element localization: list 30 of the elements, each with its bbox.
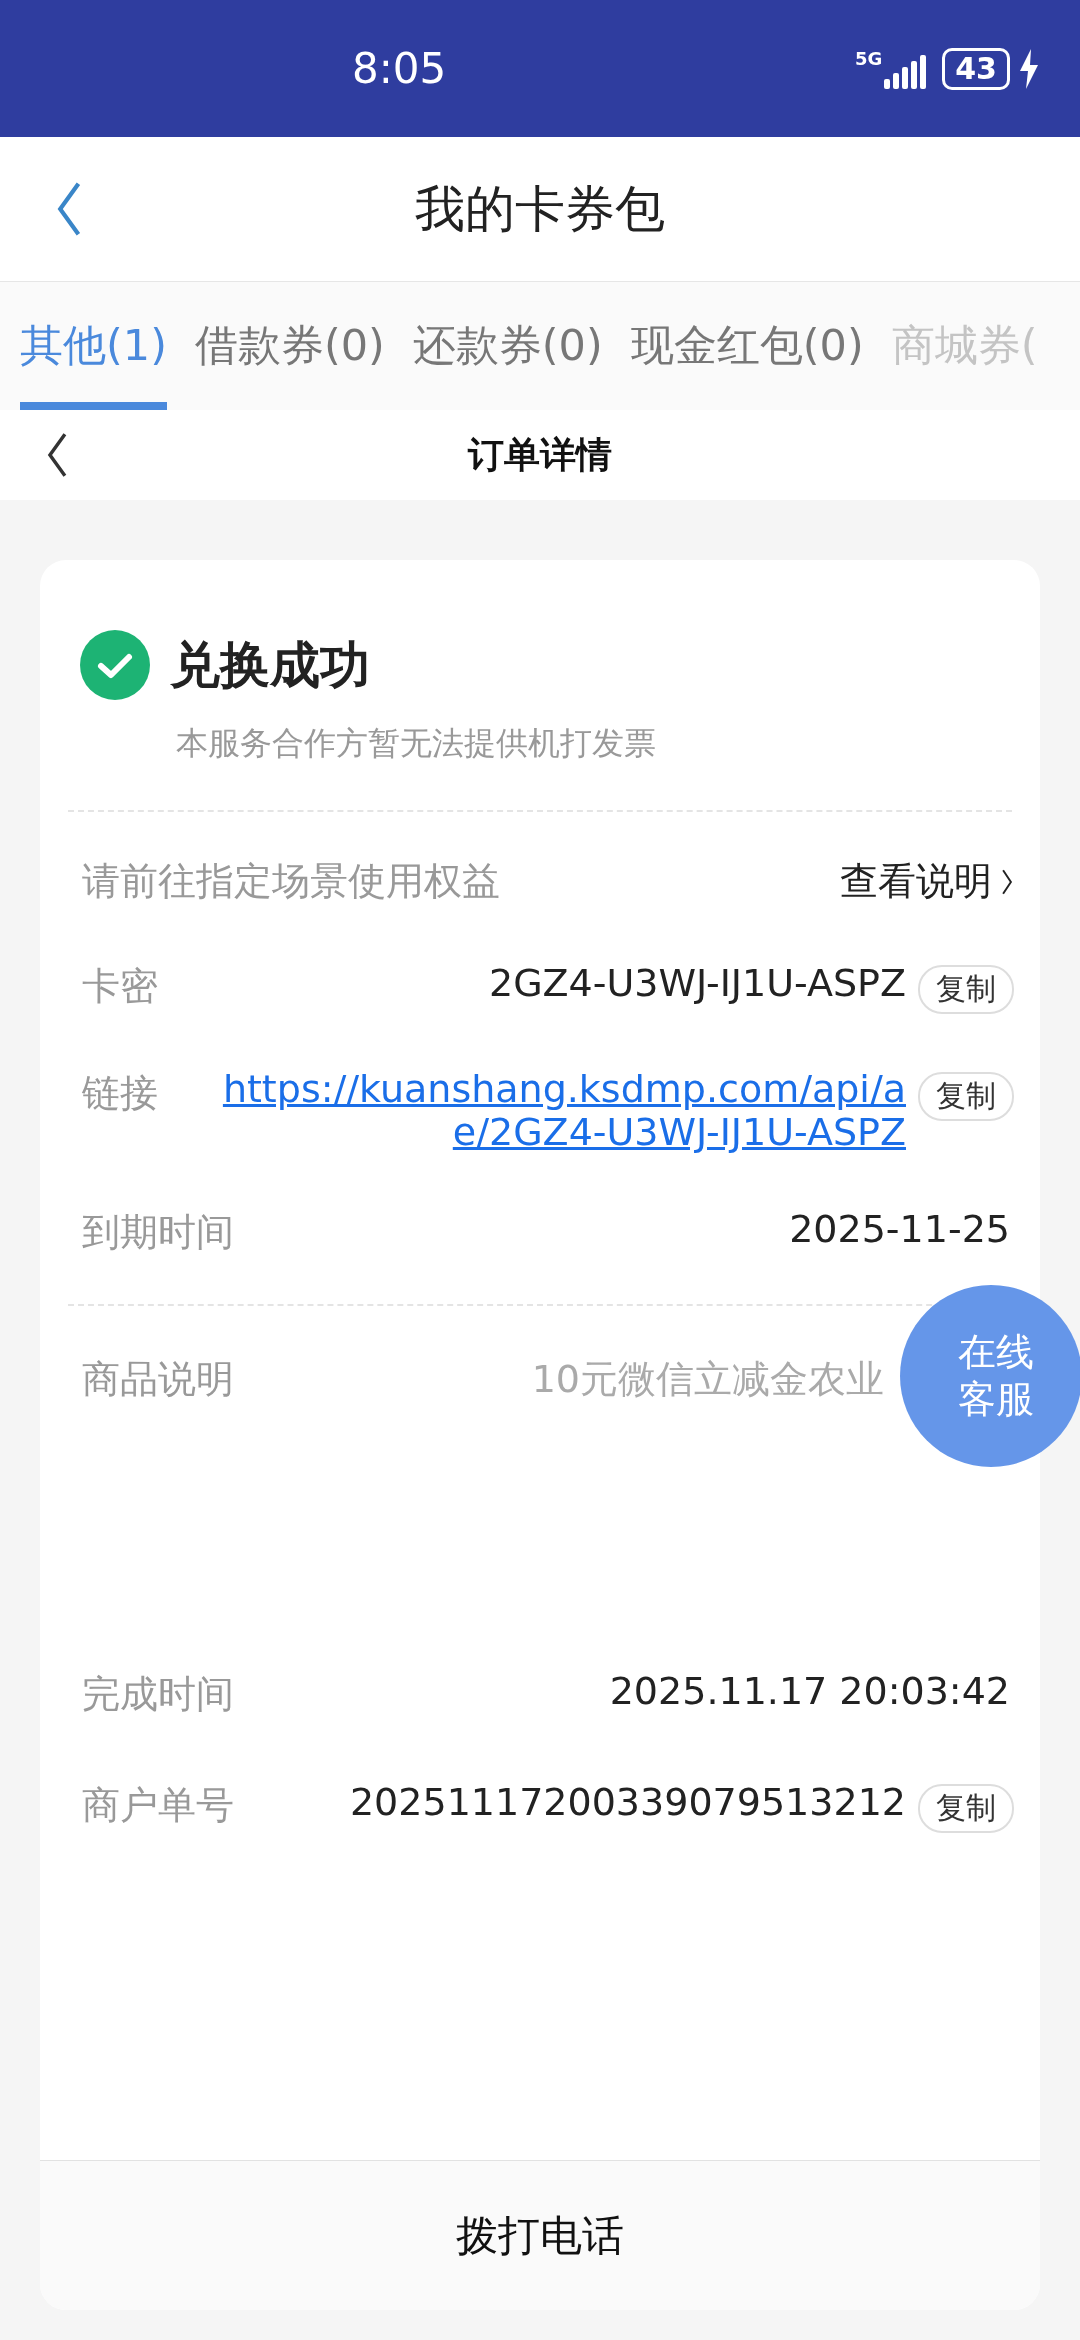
- copy-button[interactable]: 复制: [918, 1784, 1014, 1834]
- row-value: 10元微信立减金农业: [531, 1356, 884, 1404]
- tab[interactable]: 还款券(0): [412, 282, 603, 410]
- tab[interactable]: 现金红包(0): [630, 282, 864, 410]
- row-value: 2GZ4-U3WJ-IJ1U-ASPZ: [488, 961, 906, 1005]
- call-button[interactable]: 拨打电话: [40, 2160, 1040, 2310]
- success-check-icon: [80, 630, 150, 700]
- row-label: 商品说明: [82, 1356, 234, 1404]
- battery-level: 43: [942, 47, 1010, 90]
- result-note: 本服务合作方暂无法提供机打发票: [176, 723, 657, 764]
- subpage-title: 订单详情: [468, 432, 612, 477]
- copy-button[interactable]: 复制: [918, 1072, 1014, 1121]
- status-time: 8:05: [352, 44, 448, 93]
- result-title: 兑换成功: [170, 634, 370, 696]
- row-value: 2025.11.17 20:03:42: [609, 1669, 1010, 1714]
- row-value: 20251117200339079513212: [349, 1780, 906, 1825]
- row-label: 卡密: [82, 963, 158, 1010]
- row-label: 商户单号: [82, 1782, 234, 1830]
- row-label: 完成时间: [82, 1671, 234, 1719]
- tab[interactable]: 借款券(0): [194, 282, 385, 410]
- page-title: 我的卡券包: [415, 178, 665, 240]
- row-label: 链接: [82, 1070, 158, 1117]
- row-value: 2025-11-25: [789, 1207, 1010, 1252]
- network-label: 5G: [854, 48, 883, 69]
- row-label: 到期时间: [82, 1209, 234, 1257]
- copy-button[interactable]: 复制: [918, 965, 1014, 1014]
- row-label: 请前往指定场景使用权益: [82, 858, 500, 905]
- view-instructions-link[interactable]: 查看说明: [840, 856, 1014, 907]
- url-link[interactable]: https://kuanshang.ksdmp.com/api/a e/2GZ4-U3WJ-IJ1U-ASPZ: [222, 1068, 906, 1154]
- chevron-right-icon: [1000, 868, 1014, 895]
